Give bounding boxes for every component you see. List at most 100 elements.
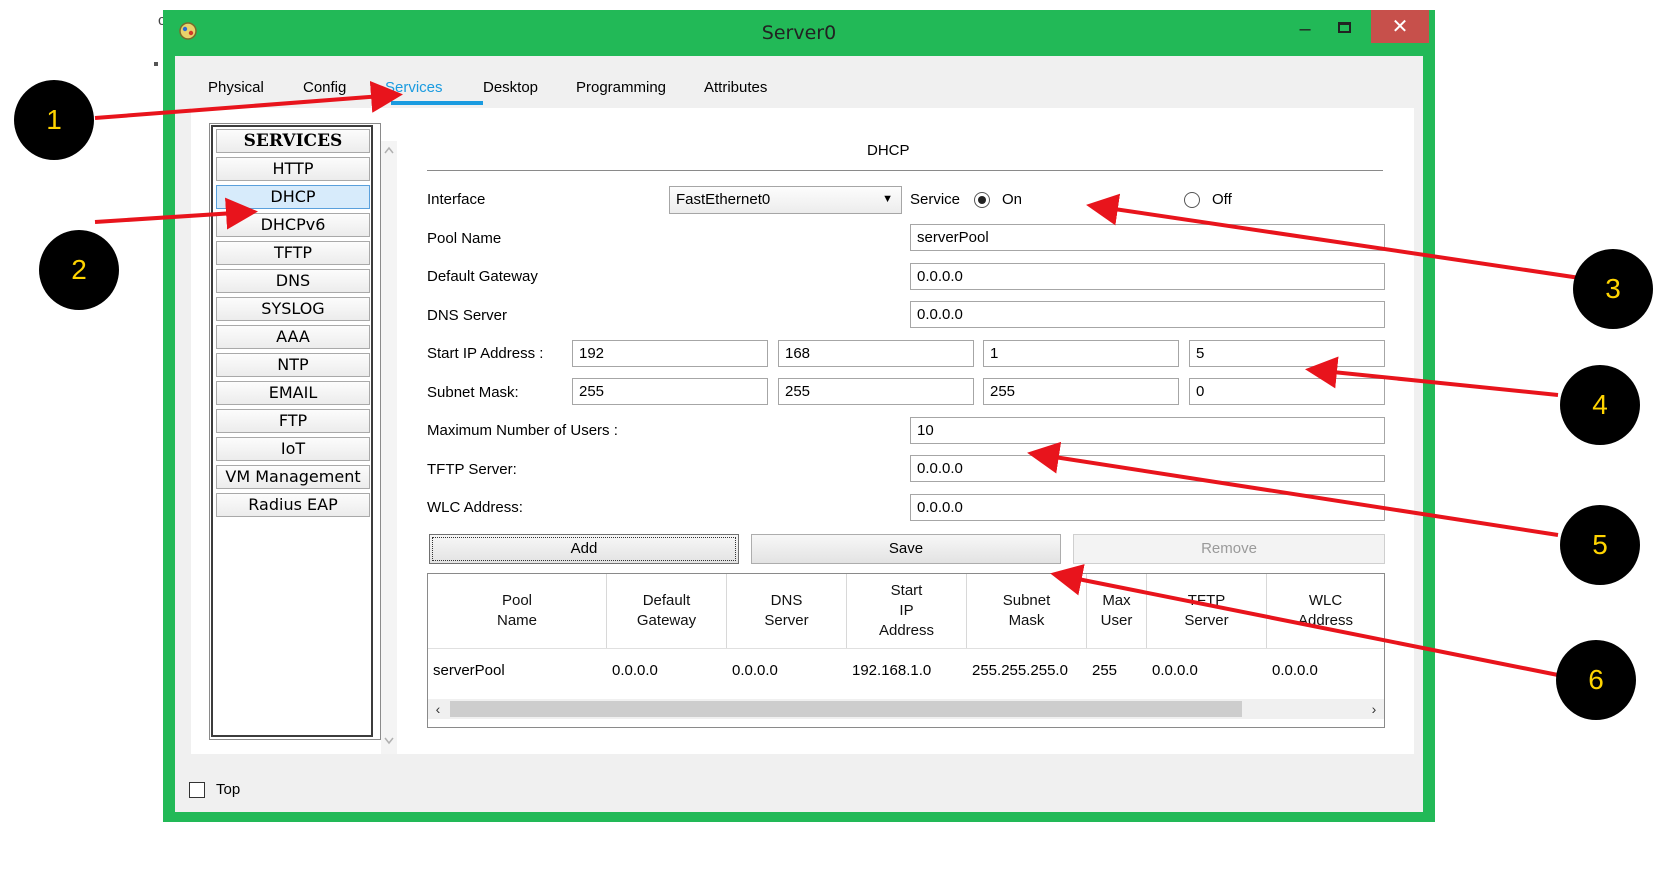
table-horizontal-scrollbar[interactable]: ‹ › xyxy=(428,699,1384,719)
table-cell-start-ip: 192.168.1.0 xyxy=(852,662,932,679)
max-users-input[interactable]: 10 xyxy=(910,417,1385,444)
service-off-radio[interactable] xyxy=(1184,192,1200,208)
column-header-default-gateway[interactable]: Default Gateway xyxy=(607,574,727,648)
subnet-mask-octet-1[interactable]: 255 xyxy=(572,378,768,405)
column-header-dns-server[interactable]: DNS Server xyxy=(727,574,847,648)
server-window: Server0 – ✕ Physical Config Services Des… xyxy=(163,10,1435,822)
service-item-http[interactable]: HTTP xyxy=(216,157,370,181)
service-item-radius-eap[interactable]: Radius EAP xyxy=(216,493,370,517)
service-label: Service xyxy=(910,191,961,208)
interface-select[interactable]: FastEthernet0 ▼ xyxy=(669,186,902,214)
table-cell-pool-name: serverPool xyxy=(433,662,505,679)
scrollbar-arrows xyxy=(384,146,394,745)
pool-name-input[interactable]: serverPool xyxy=(910,224,1385,251)
service-on-label: On xyxy=(1002,191,1023,208)
maximize-icon xyxy=(1338,22,1351,33)
start-ip-octet-1[interactable]: 192 xyxy=(572,340,768,367)
maximize-button[interactable] xyxy=(1325,14,1365,44)
callout-1: 1 xyxy=(14,80,94,160)
table-cell-tftp-server: 0.0.0.0 xyxy=(1152,662,1198,679)
start-ip-octet-2[interactable]: 168 xyxy=(778,340,974,367)
service-item-vm-management[interactable]: VM Management xyxy=(216,465,370,489)
default-gateway-label: Default Gateway xyxy=(427,268,538,285)
start-ip-octet-3[interactable]: 1 xyxy=(983,340,1179,367)
service-item-tftp[interactable]: TFTP xyxy=(216,241,370,265)
table-header-divider xyxy=(428,648,1384,649)
window-client-area: Physical Config Services Desktop Program… xyxy=(175,56,1423,812)
tab-attributes[interactable]: Attributes xyxy=(704,79,767,96)
column-header-wlc-address[interactable]: WLC Address xyxy=(1267,574,1384,648)
subnet-mask-octet-2[interactable]: 255 xyxy=(778,378,974,405)
tab-desktop[interactable]: Desktop xyxy=(483,79,538,96)
scroll-left-icon[interactable]: ‹ xyxy=(428,699,448,719)
services-list-scrollbar[interactable] xyxy=(381,141,397,754)
minimize-button[interactable]: – xyxy=(1285,14,1325,44)
column-header-start-ip[interactable]: Start IP Address xyxy=(847,574,967,648)
dns-server-input[interactable]: 0.0.0.0 xyxy=(910,301,1385,328)
top-checkbox[interactable] xyxy=(189,782,205,798)
close-button[interactable]: ✕ xyxy=(1371,10,1429,43)
top-checkbox-label: Top xyxy=(216,781,241,798)
table-cell-max-user: 255 xyxy=(1092,662,1118,679)
dhcp-title-divider xyxy=(427,170,1383,171)
service-item-iot[interactable]: IoT xyxy=(216,437,370,461)
tftp-server-input[interactable]: 0.0.0.0 xyxy=(910,455,1385,482)
service-on-radio[interactable] xyxy=(974,192,990,208)
service-item-dns[interactable]: DNS xyxy=(216,269,370,293)
interface-label: Interface xyxy=(427,191,486,208)
subnet-mask-octet-3[interactable]: 255 xyxy=(983,378,1179,405)
scroll-right-icon[interactable]: › xyxy=(1364,699,1384,719)
add-button[interactable]: Add xyxy=(429,534,739,564)
scrollbar-thumb[interactable] xyxy=(450,701,1242,717)
service-off-label: Off xyxy=(1212,191,1232,208)
service-item-syslog[interactable]: SYSLOG xyxy=(216,297,370,321)
callout-3: 3 xyxy=(1573,249,1653,329)
remove-button[interactable]: Remove xyxy=(1073,534,1385,564)
pool-name-label: Pool Name xyxy=(427,230,502,247)
tab-programming[interactable]: Programming xyxy=(576,79,666,96)
wlc-address-input[interactable]: 0.0.0.0 xyxy=(910,494,1385,521)
interface-select-value: FastEthernet0 xyxy=(676,191,771,208)
dhcp-section-title: DHCP xyxy=(867,142,910,159)
subnet-mask-octet-4[interactable]: 0 xyxy=(1189,378,1385,405)
default-gateway-input[interactable]: 0.0.0.0 xyxy=(910,263,1385,290)
window-title: Server0 xyxy=(761,22,837,44)
services-list: SERVICES HTTP DHCP DHCPv6 TFTP DNS SYSLO… xyxy=(209,123,397,754)
title-bar[interactable]: Server0 – ✕ xyxy=(163,10,1435,56)
active-tab-indicator xyxy=(391,101,483,105)
service-item-email[interactable]: EMAIL xyxy=(216,381,370,405)
save-button[interactable]: Save xyxy=(751,534,1061,564)
tftp-server-label: TFTP Server: xyxy=(427,461,517,478)
dns-server-label: DNS Server xyxy=(427,307,508,324)
service-item-dhcpv6[interactable]: DHCPv6 xyxy=(216,213,370,237)
chevron-down-icon: ▼ xyxy=(882,193,893,205)
services-list-header: SERVICES xyxy=(216,129,370,153)
services-list-frame: SERVICES HTTP DHCP DHCPv6 TFTP DNS SYSLO… xyxy=(211,125,373,737)
start-ip-label: Start IP Address : xyxy=(427,345,544,362)
services-panel: SERVICES HTTP DHCP DHCPv6 TFTP DNS SYSLO… xyxy=(191,108,1414,754)
column-header-max-user[interactable]: Max User xyxy=(1087,574,1147,648)
column-header-subnet-mask[interactable]: Subnet Mask xyxy=(967,574,1087,648)
service-item-aaa[interactable]: AAA xyxy=(216,325,370,349)
callout-2: 2 xyxy=(39,230,119,310)
tab-config[interactable]: Config xyxy=(303,79,346,96)
table-cell-subnet-mask: 255.255.255.0 xyxy=(972,662,1068,679)
background-window-fragment-dot xyxy=(154,62,158,66)
table-cell-default-gateway: 0.0.0.0 xyxy=(612,662,658,679)
tab-services[interactable]: Services xyxy=(385,79,443,96)
wlc-address-label: WLC Address: xyxy=(427,499,523,516)
service-item-ftp[interactable]: FTP xyxy=(216,409,370,433)
max-users-label: Maximum Number of Users : xyxy=(427,422,618,439)
callout-6: 6 xyxy=(1556,640,1636,720)
column-header-pool-name[interactable]: Pool Name xyxy=(428,574,607,648)
start-ip-octet-4[interactable]: 5 xyxy=(1189,340,1385,367)
column-header-tftp-server[interactable]: TFTP Server xyxy=(1147,574,1267,648)
callout-4: 4 xyxy=(1560,365,1640,445)
service-item-ntp[interactable]: NTP xyxy=(216,353,370,377)
dhcp-pool-table: Pool Name Default Gateway DNS Server Sta… xyxy=(427,573,1385,728)
service-item-dhcp[interactable]: DHCP xyxy=(216,185,370,209)
table-cell-dns-server: 0.0.0.0 xyxy=(732,662,778,679)
tab-physical[interactable]: Physical xyxy=(208,79,264,96)
subnet-mask-label: Subnet Mask: xyxy=(427,384,519,401)
callout-5: 5 xyxy=(1560,505,1640,585)
